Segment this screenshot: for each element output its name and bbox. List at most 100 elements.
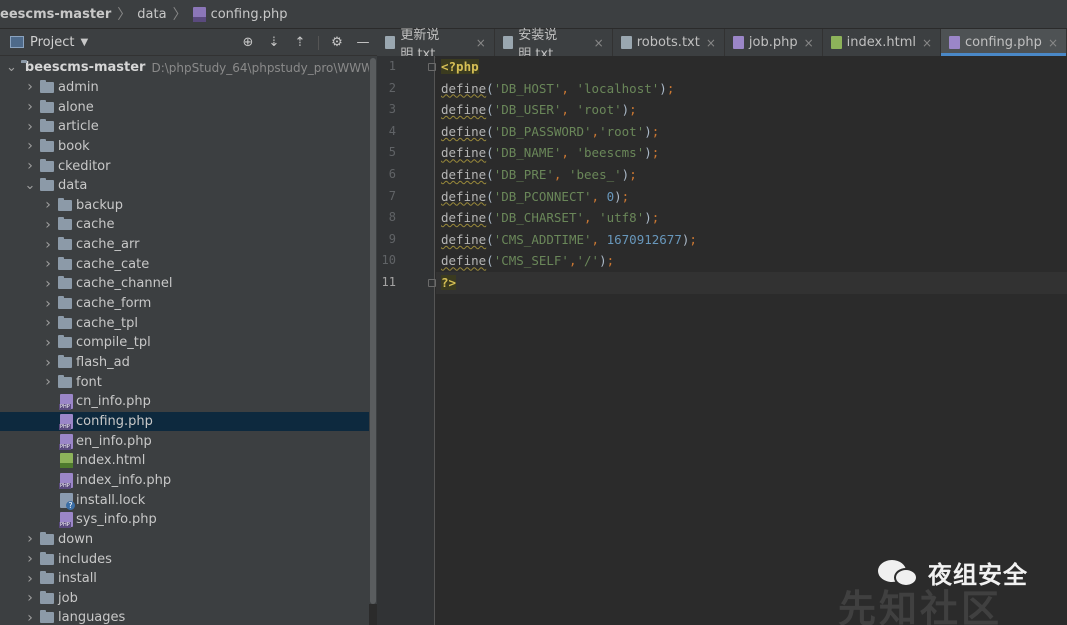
chevron-right-icon[interactable]: › [42,355,54,371]
code-token: , [561,145,577,161]
chevron-down-icon[interactable]: ⌄ [6,60,17,75]
tree-folder[interactable]: › cache_cate [0,255,369,275]
folder-icon [40,531,54,545]
chevron-right-icon[interactable]: › [42,374,54,390]
chevron-right-icon[interactable]: › [42,237,54,253]
close-icon[interactable]: × [594,36,604,50]
fold-marker-icon[interactable] [428,279,436,287]
code-token: 'utf8' [599,210,645,226]
line-number: 2 [388,80,396,95]
tree-folder[interactable]: › includes [0,549,369,569]
tree-file[interactable]: index.html [0,451,369,471]
chevron-right-icon[interactable]: › [42,256,54,272]
breadcrumb-item[interactable]: data [137,0,166,29]
chevron-right-icon[interactable]: › [24,590,36,606]
tree-folder[interactable]: ⌄ data [0,176,369,196]
editor-tab[interactable]: confing.php × [941,29,1067,56]
chevron-right-icon[interactable]: › [42,296,54,312]
php-file-icon [59,472,73,489]
folder-icon [58,256,72,270]
chevron-right-icon[interactable]: › [24,610,36,625]
tree-file[interactable]: confing.php [0,411,369,432]
tree-folder[interactable]: › backup [0,196,369,216]
chevron-down-icon[interactable]: ⌄ [24,178,36,193]
editor-tab[interactable]: 安装说明.txt × [495,28,613,62]
gear-icon[interactable]: ⚙ [329,35,345,51]
close-icon[interactable]: × [922,36,932,50]
tree-folder[interactable]: › cache_channel [0,274,369,294]
breadcrumb-item[interactable]: eescms-master [0,0,111,29]
close-icon[interactable]: × [476,36,486,50]
chevron-right-icon[interactable]: › [42,315,54,331]
chevron-right-icon[interactable]: › [42,335,54,351]
tree-folder[interactable]: ⌄ beescms-master D:\phpStudy_64\phpstudy_p… [0,58,369,78]
line-number: 10 [381,253,396,268]
chevron-right-icon[interactable]: › [24,79,36,95]
code-token: define [441,80,487,96]
tree-file[interactable]: index_info.php [0,471,369,491]
breadcrumb-label: confing.php [210,6,288,22]
code-token: ) [599,253,607,269]
editor-tab[interactable]: index.html × [823,29,942,56]
close-icon[interactable]: × [1048,36,1058,50]
tree-file[interactable]: cn_info.php [0,392,369,412]
code-editor[interactable]: <?php define('DB_HOST', 'localhost'); defi… [436,56,1067,625]
chevron-down-icon[interactable]: ▼ [80,37,88,48]
tree-folder[interactable]: › languages [0,608,369,625]
chevron-right-icon[interactable]: › [42,217,54,233]
tree-file[interactable]: en_info.php [0,431,369,451]
tree-folder[interactable]: › book [0,137,369,157]
code-token: define [441,210,487,226]
editor-tab[interactable]: robots.txt × [613,29,725,56]
code-token: , [561,80,577,96]
tab-label: index.html [846,35,916,50]
tree-folder[interactable]: › cache [0,215,369,235]
folder-icon [58,374,72,388]
tree-folder[interactable]: › compile_tpl [0,333,369,353]
txt-file-icon [620,36,632,49]
tree-item-label: cache_tpl [76,315,138,331]
html-file-icon [60,453,73,469]
expand-all-icon[interactable]: ⇣ [266,35,282,51]
chevron-right-icon[interactable]: › [24,551,36,567]
tree-folder[interactable]: › down [0,530,369,550]
collapse-all-icon[interactable]: ⇡ [292,35,308,51]
target-icon[interactable]: ⊕ [240,35,256,51]
tree-folder[interactable]: › article [0,117,369,137]
tree-folder[interactable]: › font [0,372,369,392]
editor-tab[interactable]: job.php × [725,29,823,56]
code-token: define [441,123,487,139]
tree-item-label: data [58,178,88,194]
project-title[interactable]: Project [30,35,74,50]
editor-tab[interactable]: 更新说明.txt × [377,28,495,62]
chevron-right-icon[interactable]: › [24,158,36,174]
tree-folder[interactable]: › cache_arr [0,235,369,255]
tree-folder[interactable]: › admin [0,78,369,98]
tree-file[interactable]: install.lock [0,490,369,510]
tree-folder[interactable]: › job [0,589,369,609]
tree-folder[interactable]: › ckeditor [0,156,369,176]
chevron-right-icon[interactable]: › [24,138,36,154]
code-token: ) [644,210,652,226]
tree-folder[interactable]: › cache_form [0,294,369,314]
tree-folder[interactable]: › alone [0,97,369,117]
chevron-right-icon[interactable]: › [24,99,36,115]
fold-marker-icon[interactable] [428,63,436,71]
minimize-icon[interactable]: — [355,35,371,51]
tree-item-label: install.lock [76,492,146,508]
chevron-right-icon[interactable]: › [24,571,36,587]
chevron-right-icon[interactable]: › [42,276,54,292]
code-token: ( [486,145,494,161]
tree-folder[interactable]: › flash_ad [0,353,369,373]
close-icon[interactable]: × [706,36,716,50]
close-icon[interactable]: × [804,36,814,50]
tree-folder[interactable]: › install [0,569,369,589]
tree-file[interactable]: sys_info.php [0,510,369,530]
code-token: 1670912677 [606,231,682,247]
chevron-right-icon[interactable]: › [42,197,54,213]
chevron-right-icon[interactable]: › [24,531,36,547]
breadcrumb-item[interactable]: confing.php [192,0,288,29]
tree-folder[interactable]: › cache_tpl [0,313,369,333]
project-toolbar: ⊕ ⇣ ⇡ ⚙ — [240,29,371,56]
chevron-right-icon[interactable]: › [24,119,36,135]
